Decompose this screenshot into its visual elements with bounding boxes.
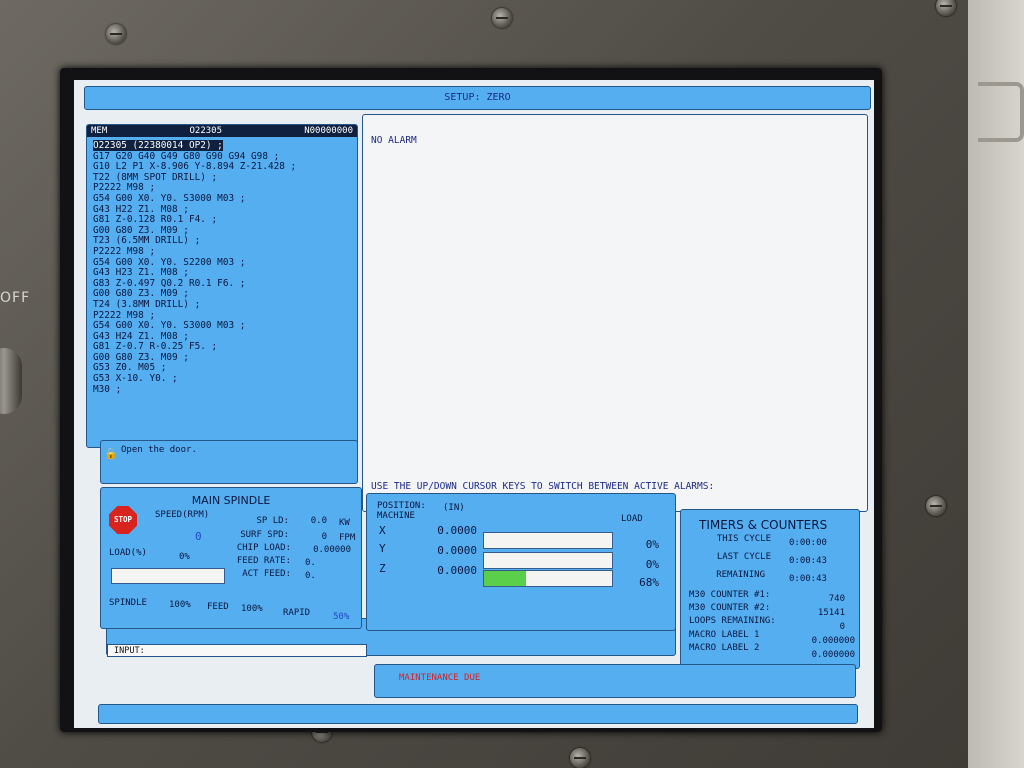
- sp-ld-value: 0.0: [310, 516, 327, 526]
- axis-y-load-bar: [483, 552, 613, 569]
- spindle-override-label: SPINDLE: [109, 598, 147, 608]
- last-cycle-label: LAST CYCLE: [716, 552, 771, 562]
- m30-counter-1-value: 740: [828, 594, 845, 604]
- position-panel: POSITION: (IN) MACHINE LOAD X 0.0000 0% …: [366, 493, 676, 631]
- bezel-screw: [570, 748, 590, 768]
- remaining-label: REMAINING: [716, 570, 765, 580]
- axis-x-value: 0.0000: [437, 524, 477, 537]
- program-listing[interactable]: O22305 (22380014 OP2) ; G17 G20 G40 G49 G…: [87, 137, 357, 399]
- program-line[interactable]: O22305 (22380014 OP2) ;: [93, 140, 351, 152]
- bezel-screw: [926, 496, 946, 516]
- load-header: LOAD: [621, 514, 643, 524]
- rapid-override-label: RAPID: [283, 608, 311, 618]
- door-lock-icon: 🔒: [104, 447, 118, 460]
- axis-z-load-fill: [484, 571, 527, 586]
- door-message-panel: 🔒 Open the door.: [100, 440, 358, 484]
- bezel-screw: [492, 8, 512, 28]
- feed-rate-label: FEED RATE:: [236, 556, 291, 566]
- program-mode: MEM: [91, 126, 108, 136]
- macro-label-2: MACRO LABEL 2: [689, 643, 760, 653]
- screen-title: SETUP: ZERO: [444, 92, 511, 103]
- position-units: (IN): [443, 503, 465, 513]
- door-message: Open the door.: [121, 445, 197, 455]
- bezel-screw: [106, 24, 126, 44]
- stop-sign-icon: STOP: [109, 506, 137, 534]
- maintenance-bar: MAINTENANCE DUE: [374, 664, 856, 698]
- axis-z-label: Z: [379, 562, 386, 575]
- this-cycle-value: 0:00:00: [789, 538, 827, 548]
- sp-ld-unit: KW: [339, 518, 350, 528]
- program-line[interactable]: G53 X-10. Y0. ;: [93, 373, 351, 385]
- program-sequence: N00000000: [304, 126, 353, 136]
- chip-load-value: 0.00000: [313, 545, 351, 555]
- power-off-label: OFF: [0, 290, 31, 306]
- spindle-load-bar: [111, 568, 225, 584]
- feed-rate-value: 0.: [305, 558, 316, 568]
- axis-z-load: 68%: [639, 576, 659, 589]
- surf-spd-unit: FPM: [339, 533, 356, 543]
- surf-spd-value: 0: [321, 532, 327, 542]
- speed-label: SPEED(RPM): [155, 510, 210, 520]
- chip-load-label: CHIP LOAD:: [236, 543, 291, 553]
- sp-ld-label: SP LD:: [256, 516, 289, 526]
- load-value: 0%: [179, 552, 190, 562]
- input-label: INPUT:: [114, 646, 145, 656]
- speed-value: 0: [195, 530, 202, 543]
- macro-label-1-value: 0.000000: [811, 636, 855, 646]
- program-header: MEM O22305 N00000000: [87, 125, 357, 137]
- position-title: POSITION:: [377, 501, 426, 511]
- bottom-status-bar: [98, 704, 858, 724]
- loops-remaining-value: 0: [839, 622, 845, 632]
- m30-counter-2-value: 15141: [817, 608, 845, 618]
- screen-title-bar: SETUP: ZERO: [84, 86, 871, 110]
- selected-program-line[interactable]: O22305 (22380014 OP2) ;: [93, 140, 223, 151]
- program-line[interactable]: G54 G00 X0. Y0. S3000 M03 ;: [93, 193, 351, 205]
- maintenance-message: MAINTENANCE DUE: [399, 673, 481, 683]
- spindle-override-value: 100%: [169, 600, 191, 610]
- axis-x-load: 0%: [645, 538, 659, 551]
- m30-counter-1-label: M30 COUNTER #1:: [689, 590, 771, 600]
- position-subtitle: MACHINE: [377, 511, 415, 521]
- axis-z-value: 0.0000: [437, 564, 477, 577]
- axis-y-load: 0%: [645, 558, 659, 571]
- program-line[interactable]: P2222 M98 ;: [93, 246, 351, 258]
- alarm-status: NO ALARM: [371, 135, 417, 146]
- axis-x-label: X: [379, 524, 386, 537]
- macro-label-1: MACRO LABEL 1: [689, 630, 760, 640]
- remaining-value: 0:00:43: [789, 574, 827, 584]
- this-cycle-label: THIS CYCLE: [716, 534, 771, 544]
- load-label: LOAD(%): [109, 548, 147, 558]
- m30-counter-2-label: M30 COUNTER #2:: [689, 603, 771, 613]
- spindle-panel: MAIN SPINDLE STOP SPEED(RPM) 0 LOAD(%) 0…: [100, 487, 362, 629]
- alarm-hint: USE THE UP/DOWN CURSOR KEYS TO SWITCH BE…: [371, 481, 715, 492]
- program-line[interactable]: T24 (3.8MM DRILL) ;: [93, 299, 351, 311]
- program-line[interactable]: M30 ;: [93, 384, 351, 396]
- alarm-panel: NO ALARM USE THE UP/DOWN CURSOR KEYS TO …: [362, 114, 868, 512]
- timers-title: TIMERS & COUNTERS: [699, 518, 828, 532]
- control-knob[interactable]: [0, 348, 22, 414]
- timers-panel: TIMERS & COUNTERS THIS CYCLE 0:00:00 LAS…: [680, 509, 860, 669]
- axis-y-value: 0.0000: [437, 544, 477, 557]
- feed-override-label: FEED: [207, 602, 229, 612]
- program-number: O22305: [189, 126, 222, 136]
- surf-spd-label: SURF SPD:: [240, 530, 289, 540]
- axis-x-load-bar: [483, 532, 613, 549]
- door-handle: [978, 82, 1024, 142]
- axis-y-label: Y: [379, 542, 386, 555]
- feed-override-value: 100%: [241, 604, 263, 614]
- spindle-title: MAIN SPINDLE: [191, 494, 271, 507]
- loops-remaining-label: LOOPS REMAINING:: [689, 616, 776, 626]
- axis-z-load-bar: [483, 570, 613, 587]
- macro-label-2-value: 0.000000: [811, 650, 855, 660]
- input-field[interactable]: INPUT:: [107, 644, 367, 657]
- last-cycle-value: 0:00:43: [789, 556, 827, 566]
- program-panel[interactable]: MEM O22305 N00000000 O22305 (22380014 OP…: [86, 124, 358, 448]
- act-feed-value: 0.: [305, 571, 316, 581]
- act-feed-label: ACT FEED:: [242, 569, 291, 579]
- rapid-override-value: 50%: [333, 612, 350, 622]
